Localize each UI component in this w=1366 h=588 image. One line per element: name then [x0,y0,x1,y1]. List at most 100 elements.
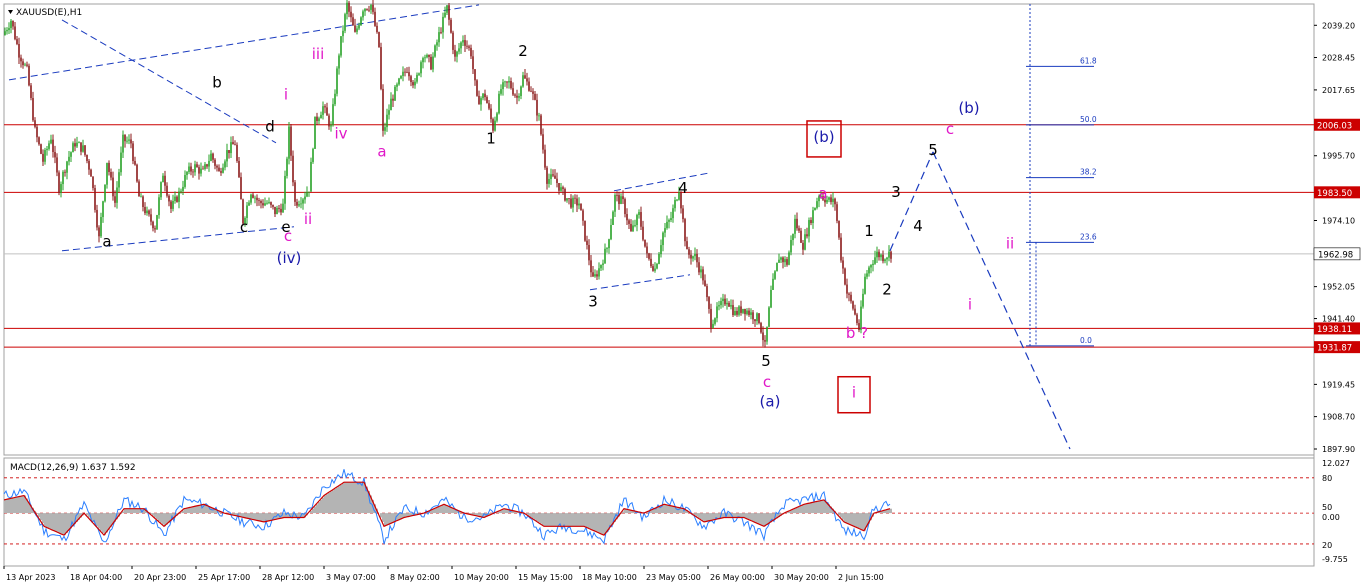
candle-body [806,234,808,237]
price-axis: 2039.20 2028.45 2017.65 1995.70 1974.10 1952.… [1314,21,1355,454]
candle-body [268,202,270,203]
macd-axis-label: 80 [1322,474,1332,483]
macd-histogram-bar [590,513,592,529]
candle-body [798,228,800,231]
macd-histogram-bar [154,513,156,518]
candle-body [774,271,776,279]
candle-body [424,57,426,59]
macd-histogram-bar [194,506,196,514]
time-axis-label: 13 Apr 2023 [6,573,55,582]
macd-histogram-bar [852,513,854,526]
candle-body [578,203,580,206]
time-axis-label: 23 May 05:00 [646,573,701,582]
candle-body [174,196,176,202]
wave-label: 4 [913,217,923,235]
candle-body [384,127,386,131]
wave-label: ii [304,210,312,228]
macd-histogram-bar [568,513,570,527]
candle-body [378,32,380,48]
macd-histogram-bar [260,513,262,522]
macd-axis-label: 0.00 [1322,513,1340,522]
candle-body [672,208,674,219]
candle-body [354,25,356,32]
candle-body [696,253,698,263]
candle-body [338,55,340,69]
chart-symbol-label: XAUUSD(E),H1 [16,8,82,18]
macd-histogram-bar [126,508,128,514]
candle-body [332,104,334,126]
candle-body [6,30,8,32]
macd-histogram-bar [4,499,6,514]
candle-body [626,214,628,221]
candle-body [728,302,730,307]
macd-histogram-bar [844,513,846,522]
macd-histogram-bar [812,502,814,514]
candle-body [352,17,354,26]
macd-histogram-bar [324,495,326,514]
macd-histogram-bar [62,513,64,535]
macd-histogram-bar [356,482,358,514]
macd-histogram-bar [712,513,714,521]
candle-body [686,241,688,250]
macd-histogram-bar [544,513,546,527]
candle-body [90,169,92,177]
macd-axis-label: 20 [1322,541,1332,550]
candle-body [572,197,574,208]
candle-body [764,340,766,342]
macd-histogram-bar [196,506,198,514]
candle-body [668,219,670,222]
candle-body [340,36,342,56]
candle-body [304,196,306,200]
macd-histogram-bar [760,513,762,525]
candle-body [302,199,304,204]
wave-label: iv [334,125,347,143]
candle-body [726,302,728,305]
candle-body [488,103,490,109]
candle-body [546,167,548,184]
macd-histogram-bar [18,496,20,514]
wave-label: i [852,384,856,402]
candle-body [120,152,122,173]
candle-body [280,208,282,213]
wave-label: 3 [891,183,901,201]
macd-histogram-bar [842,513,844,520]
macd-histogram-bar [348,482,350,514]
candle-body [868,267,870,274]
macd-histogram-bar [42,513,44,524]
candle-body [254,197,256,199]
macd-histogram-bar [158,513,160,522]
candle-body [214,159,216,166]
candle-body [74,143,76,147]
price-axis-label: 1897.90 [1322,445,1355,454]
candle-body [866,273,868,277]
candle-body [10,20,12,29]
candle-body [794,218,796,234]
macd-histogram-bar [814,502,816,514]
candle-body [184,175,186,187]
macd-histogram-bar [326,494,328,514]
wave-label: a [818,184,827,202]
candle-body [262,203,264,206]
macd-histogram-bar [434,508,436,514]
candle-body [468,46,470,48]
macd-histogram-bar [250,513,252,519]
candle-body [396,84,398,87]
macd-histogram-bar [362,482,364,514]
candle-body [216,165,218,168]
candle-body [592,272,594,277]
candle-body [516,95,518,98]
candle-body [150,214,152,222]
candle-body [392,98,394,101]
candle-body [484,93,486,98]
macd-histogram-bar [602,513,604,535]
candle-body [520,86,522,97]
candle-body [188,166,190,172]
candle-body [496,113,498,121]
level-price-label: 1931.87 [1317,344,1352,354]
time-axis-label: 20 Apr 23:00 [134,573,186,582]
macd-histogram-bar [542,513,544,526]
wave-label: (b) [958,99,979,117]
candle-body [832,198,834,202]
candle-body [522,75,524,87]
macd-histogram-bar [386,513,388,526]
